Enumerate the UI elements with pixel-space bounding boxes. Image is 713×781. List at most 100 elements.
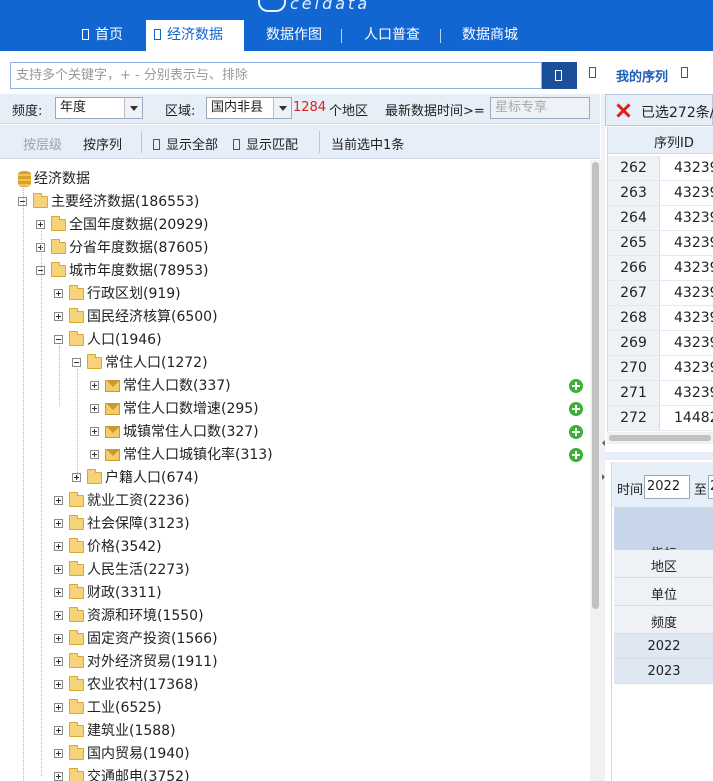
expand-icon[interactable] — [90, 450, 99, 459]
tree-leaf-item[interactable]: 常住人口城镇化率(313) — [0, 444, 590, 466]
tree-node[interactable]: 人民生活(2273) — [0, 559, 590, 581]
nav-data-mall[interactable]: 数据商城 — [462, 20, 518, 51]
add-series-icon[interactable] — [569, 425, 583, 439]
sequence-expand-icon[interactable] — [681, 67, 688, 78]
folder-icon — [69, 653, 84, 668]
my-sequence-link[interactable]: 我的序列 — [616, 66, 668, 85]
column-header-series-id[interactable]: 序列ID — [654, 132, 694, 151]
tree-node[interactable]: 经济数据 — [0, 168, 590, 190]
tree-node[interactable]: 固定资产投资(1566) — [0, 628, 590, 650]
chevron-down-icon[interactable] — [124, 98, 142, 118]
table-row[interactable]: 266 43239 — [608, 256, 713, 281]
tree-node[interactable]: 国内贸易(1940) — [0, 743, 590, 765]
tree-node[interactable]: 资源和环境(1550) — [0, 605, 590, 627]
expand-icon[interactable] — [54, 703, 63, 712]
table-row[interactable]: 265 43239 — [608, 231, 713, 256]
expand-icon[interactable] — [54, 749, 63, 758]
tree-node[interactable]: 主要经济数据(186553) — [0, 191, 590, 213]
data-icon — [154, 29, 161, 40]
show-all-button[interactable]: 显示全部 — [153, 134, 218, 153]
expand-icon[interactable] — [54, 772, 63, 781]
selection-hscrollbar[interactable] — [607, 432, 713, 444]
tree-node[interactable]: 建筑业(1588) — [0, 720, 590, 742]
folder-icon — [69, 630, 84, 645]
add-series-icon[interactable] — [569, 448, 583, 462]
chevron-down-icon[interactable] — [273, 98, 291, 118]
folder-icon — [69, 745, 84, 760]
collapse-icon[interactable] — [54, 335, 63, 344]
tree-node[interactable]: 财政(3311) — [0, 582, 590, 604]
nav-census[interactable]: 人口普查 — [364, 20, 420, 51]
search-input[interactable]: 支持多个关键字，+ - 分别表示与、排除 — [10, 62, 542, 89]
expand-icon[interactable] — [54, 542, 63, 551]
add-series-icon[interactable] — [569, 402, 583, 416]
collapse-icon[interactable] — [72, 358, 81, 367]
table-row[interactable]: 264 43239 — [608, 206, 713, 231]
tree-node[interactable]: 工业(6525) — [0, 697, 590, 719]
table-row[interactable]: 271 43239 — [608, 381, 713, 406]
time-to-input[interactable]: 2023 — [708, 475, 713, 499]
tree-node[interactable]: 常住人口(1272) — [0, 352, 590, 374]
expand-icon[interactable] — [54, 519, 63, 528]
series-id-cell: 43239 — [674, 310, 713, 326]
table-row[interactable]: 262 43239 — [608, 156, 713, 181]
tree-node-label: 经济数据 — [34, 171, 90, 187]
expand-icon[interactable] — [54, 657, 63, 666]
tree-scrollbar[interactable] — [590, 160, 601, 781]
table-row[interactable]: 269 43239 — [608, 331, 713, 356]
table-row[interactable]: 268 43239 — [608, 306, 713, 331]
selection-hscroll-thumb[interactable] — [609, 435, 711, 441]
expand-icon[interactable] — [54, 289, 63, 298]
frequency-select[interactable]: 年度 — [55, 97, 143, 119]
nav-economic-data[interactable]: 经济数据 — [146, 20, 244, 51]
row-index: 262 — [608, 156, 660, 180]
tree-leaf-item[interactable]: 城镇常住人口数(327) — [0, 421, 590, 443]
by-series-button[interactable]: 按序列 — [83, 134, 122, 153]
expand-icon[interactable] — [54, 588, 63, 597]
tree-node[interactable]: 行政区划(919) — [0, 283, 590, 305]
expand-icon[interactable] — [54, 496, 63, 505]
tree-node[interactable]: 社会保障(3123) — [0, 513, 590, 535]
table-row[interactable]: 263 43239 — [608, 181, 713, 206]
panel-divider[interactable] — [605, 452, 713, 460]
tree-node[interactable]: 户籍人口(674) — [0, 467, 590, 489]
tree-leaf-item[interactable]: 常住人口数增速(295) — [0, 398, 590, 420]
tree-node[interactable]: 全国年度数据(20929) — [0, 214, 590, 236]
nav-charting[interactable]: 数据作图 — [266, 20, 322, 51]
expand-icon[interactable] — [90, 427, 99, 436]
show-match-button[interactable]: 显示匹配 — [233, 134, 298, 153]
tree-node[interactable]: 人口(1946) — [0, 329, 590, 351]
tree-node[interactable]: 分省年度数据(87605) — [0, 237, 590, 259]
table-row[interactable]: 267 43239 — [608, 281, 713, 306]
tree-scroll-thumb[interactable] — [592, 162, 599, 609]
time-from-input[interactable]: 2022 — [644, 475, 690, 499]
tree-node[interactable]: 交通邮电(3752) — [0, 766, 590, 781]
sequence-list-icon[interactable] — [589, 67, 596, 78]
tree-node[interactable]: 农业农村(17368) — [0, 674, 590, 696]
tree-node[interactable]: 价格(3542) — [0, 536, 590, 558]
tree-node[interactable]: 城市年度数据(78953) — [0, 260, 590, 282]
table-row[interactable]: 270 43239 — [608, 356, 713, 381]
region-select[interactable]: 国内非县 — [206, 97, 292, 119]
tree-node[interactable]: 对外经济贸易(1911) — [0, 651, 590, 673]
expand-icon[interactable] — [54, 611, 63, 620]
expand-icon[interactable] — [54, 680, 63, 689]
expand-icon[interactable] — [36, 220, 45, 229]
tree-leaf-item[interactable]: 常住人口数(337) — [0, 375, 590, 397]
expand-icon[interactable] — [54, 312, 63, 321]
expand-icon[interactable] — [90, 404, 99, 413]
latest-time-input[interactable]: 星标专享 — [490, 97, 590, 119]
expand-icon[interactable] — [54, 565, 63, 574]
expand-icon[interactable] — [54, 726, 63, 735]
by-level-button[interactable]: 按层级 — [23, 134, 62, 153]
expand-icon[interactable] — [54, 634, 63, 643]
tree-node[interactable]: 就业工资(2236) — [0, 490, 590, 512]
add-series-icon[interactable] — [569, 379, 583, 393]
nav-home[interactable]: 首页 — [82, 20, 123, 51]
expand-icon[interactable] — [90, 381, 99, 390]
site-logo[interactable]: ceidata — [258, 0, 370, 13]
clear-selection-icon[interactable] — [616, 103, 631, 118]
tree-node[interactable]: 国民经济核算(6500) — [0, 306, 590, 328]
search-button[interactable] — [542, 62, 577, 89]
table-row[interactable]: 272 144820 — [608, 406, 713, 431]
